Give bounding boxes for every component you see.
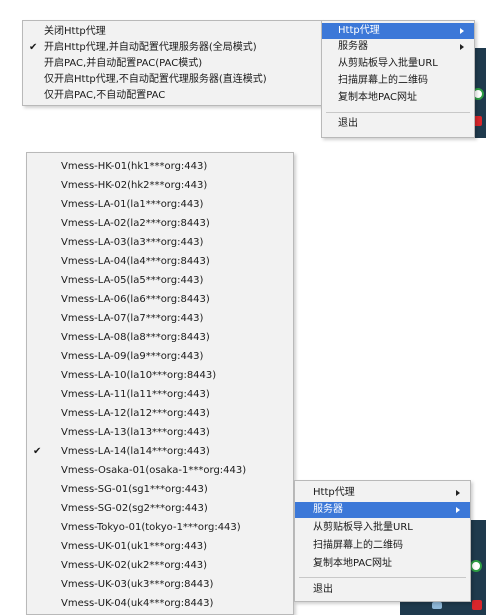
network-icon[interactable]	[432, 602, 442, 609]
server-list-item[interactable]: Vmess-LA-09(la9***org:443)	[27, 347, 293, 366]
server-list-item[interactable]: ✔ Vmess-LA-14(la14***org:443)	[27, 442, 293, 461]
server-list-item[interactable]: Vmess-LA-01(la1***org:443)	[27, 195, 293, 214]
menu-item-label: 复制本地PAC网址	[313, 558, 393, 569]
servers-menu-item[interactable]: 服务器	[295, 502, 470, 518]
submenu-arrow-icon	[460, 44, 464, 50]
proxy-option-label: 仅开启PAC,不自动配置PAC	[44, 90, 166, 101]
menu-item-label: 扫描屏幕上的二维码	[338, 75, 428, 86]
server-list-item[interactable]: Vmess-SG-02(sg2***org:443)	[27, 499, 293, 518]
import-clipboard-menu-item[interactable]: 从剪贴板导入批量URL	[322, 56, 474, 72]
menu-item-label: 从剪贴板导入批量URL	[338, 58, 438, 69]
http-proxy-menu-item[interactable]: Http代理	[295, 485, 470, 501]
menu-separator	[326, 112, 470, 113]
server-label: Vmess-LA-03(la3***org:443)	[61, 236, 204, 248]
menu-item-label: 扫描屏幕上的二维码	[313, 540, 403, 551]
menu-item-label: 退出	[338, 118, 358, 129]
proxy-option-pac[interactable]: 开启PAC,并自动配置PAC(PAC模式)	[23, 56, 321, 72]
server-label: Vmess-UK-04(uk4***org:8443)	[61, 597, 214, 609]
green-shield-icon[interactable]	[470, 560, 482, 572]
submenu-arrow-icon	[456, 507, 460, 513]
tray-context-menu-bottom: Http代理 服务器 从剪贴板导入批量URL 扫描屏幕上的二维码 复制本地PAC…	[294, 480, 471, 602]
proxy-option-label: 开启PAC,并自动配置PAC(PAC模式)	[44, 58, 203, 69]
server-label: Vmess-LA-07(la7***org:443)	[61, 312, 204, 324]
server-label: Vmess-UK-02(uk2***org:443)	[61, 559, 208, 571]
scan-qr-menu-item[interactable]: 扫描屏幕上的二维码	[322, 73, 474, 89]
server-label: Vmess-LA-06(la6***org:8443)	[61, 293, 210, 305]
server-list-item[interactable]: Vmess-UK-02(uk2***org:443)	[27, 556, 293, 575]
server-list-item[interactable]: Vmess-LA-05(la5***org:443)	[27, 271, 293, 290]
proxy-mode-menu: 关闭Http代理 ✔ 开启Http代理,并自动配置代理服务器(全局模式) 开启P…	[22, 20, 322, 106]
server-list-item[interactable]: Vmess-Tokyo-01(tokyo-1***org:443)	[27, 518, 293, 537]
server-list-item[interactable]: Vmess-HK-01(hk1***org:443)	[27, 157, 293, 176]
server-list-item[interactable]: Vmess-LA-11(la11***org:443)	[27, 385, 293, 404]
import-clipboard-menu-item[interactable]: 从剪贴板导入批量URL	[295, 520, 470, 536]
server-list-item[interactable]: Vmess-LA-02(la2***org:8443)	[27, 214, 293, 233]
server-label: Vmess-LA-09(la9***org:443)	[61, 350, 204, 362]
check-icon: ✔	[29, 42, 38, 53]
server-list-item[interactable]: Vmess-LA-04(la4***org:8443)	[27, 252, 293, 271]
tray-context-menu-top: Http代理 服务器 从剪贴板导入批量URL 扫描屏幕上的二维码 复制本地PAC…	[321, 20, 475, 138]
server-list-item[interactable]: Vmess-SG-01(sg1***org:443)	[27, 480, 293, 499]
server-list-item[interactable]: Vmess-HK-02(hk2***org:443)	[27, 176, 293, 195]
proxy-option-disable[interactable]: 关闭Http代理	[23, 24, 321, 40]
proxy-option-direct[interactable]: 仅开启Http代理,不自动配置代理服务器(直连模式)	[23, 72, 321, 88]
proxy-option-label: 开启Http代理,并自动配置代理服务器(全局模式)	[44, 42, 257, 53]
menu-item-label: 从剪贴板导入批量URL	[313, 522, 413, 533]
copy-pac-menu-item[interactable]: 复制本地PAC网址	[322, 90, 474, 106]
submenu-arrow-icon	[460, 28, 464, 34]
menu-item-label: Http代理	[338, 25, 380, 36]
http-proxy-menu-item[interactable]: Http代理	[322, 23, 474, 39]
proxy-option-label: 仅开启Http代理,不自动配置代理服务器(直连模式)	[44, 74, 267, 85]
server-label: Vmess-UK-01(uk1***org:443)	[61, 540, 208, 552]
server-list-item[interactable]: Vmess-UK-03(uk3***org:8443)	[27, 575, 293, 594]
server-list-item[interactable]: Vmess-LA-12(la12***org:443)	[27, 404, 293, 423]
server-label: Vmess-LA-14(la14***org:443)	[61, 445, 210, 457]
menu-item-label: 服务器	[313, 504, 343, 515]
server-list-item[interactable]: Vmess-LA-03(la3***org:443)	[27, 233, 293, 252]
server-label: Vmess-LA-01(la1***org:443)	[61, 198, 204, 210]
proxy-option-pac-only[interactable]: 仅开启PAC,不自动配置PAC	[23, 88, 321, 104]
server-list-item[interactable]: Vmess-UK-04(uk4***org:8443)	[27, 594, 293, 613]
server-label: Vmess-SG-02(sg2***org:443)	[61, 502, 208, 514]
server-label: Vmess-LA-04(la4***org:8443)	[61, 255, 210, 267]
server-label: Vmess-LA-02(la2***org:8443)	[61, 217, 210, 229]
server-label: Vmess-LA-05(la5***org:443)	[61, 274, 204, 286]
copy-pac-menu-item[interactable]: 复制本地PAC网址	[295, 556, 470, 572]
submenu-arrow-icon	[456, 490, 460, 496]
exit-menu-item[interactable]: 退出	[295, 582, 470, 598]
server-label: Vmess-Osaka-01(osaka-1***org:443)	[61, 464, 247, 476]
server-list-item[interactable]: Vmess-Osaka-01(osaka-1***org:443)	[27, 461, 293, 480]
server-label: Vmess-UK-03(uk3***org:8443)	[61, 578, 214, 590]
server-list-menu: Vmess-HK-01(hk1***org:443) Vmess-HK-02(hk…	[26, 152, 294, 615]
check-icon: ✔	[33, 445, 42, 457]
server-list-item[interactable]: Vmess-LA-08(la8***org:8443)	[27, 328, 293, 347]
proxy-option-global[interactable]: ✔ 开启Http代理,并自动配置代理服务器(全局模式)	[23, 40, 321, 56]
server-list-item[interactable]: Vmess-LA-10(la10***org:8443)	[27, 366, 293, 385]
server-label: Vmess-LA-11(la11***org:443)	[61, 388, 210, 400]
scan-qr-menu-item[interactable]: 扫描屏幕上的二维码	[295, 538, 470, 554]
red-check-icon[interactable]	[472, 600, 482, 610]
server-label: Vmess-HK-02(hk2***org:443)	[61, 179, 208, 191]
exit-menu-item[interactable]: 退出	[322, 116, 474, 132]
server-list-item[interactable]: Vmess-LA-13(la13***org:443)	[27, 423, 293, 442]
server-label: Vmess-LA-10(la10***org:8443)	[61, 369, 217, 381]
servers-menu-item[interactable]: 服务器	[322, 39, 474, 55]
server-label: Vmess-Tokyo-01(tokyo-1***org:443)	[61, 521, 241, 533]
server-label: Vmess-HK-01(hk1***org:443)	[61, 160, 208, 172]
server-list-item[interactable]: Vmess-UK-01(uk1***org:443)	[27, 537, 293, 556]
proxy-option-label: 关闭Http代理	[44, 26, 106, 37]
server-list-item[interactable]: Vmess-LA-06(la6***org:8443)	[27, 290, 293, 309]
menu-item-label: 复制本地PAC网址	[338, 92, 418, 103]
menu-separator	[299, 577, 466, 578]
menu-item-label: 服务器	[338, 41, 368, 52]
menu-item-label: 退出	[313, 584, 333, 595]
menu-item-label: Http代理	[313, 487, 355, 498]
server-label: Vmess-LA-08(la8***org:8443)	[61, 331, 210, 343]
server-label: Vmess-LA-12(la12***org:443)	[61, 407, 210, 419]
server-label: Vmess-SG-01(sg1***org:443)	[61, 483, 208, 495]
server-label: Vmess-LA-13(la13***org:443)	[61, 426, 210, 438]
server-list-item[interactable]: Vmess-LA-07(la7***org:443)	[27, 309, 293, 328]
